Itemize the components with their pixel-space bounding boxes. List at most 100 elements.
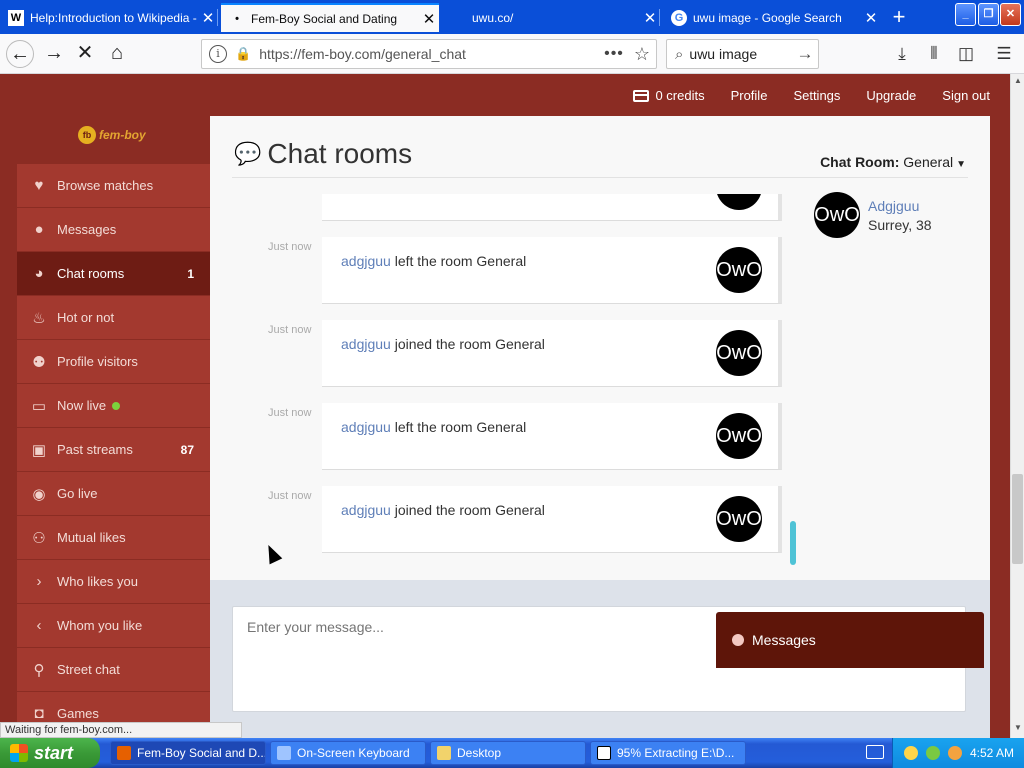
shield-icon[interactable] bbox=[903, 746, 918, 760]
tab-fem-boy[interactable]: • Fem-Boy Social and Dating ✕ bbox=[221, 3, 439, 32]
google-favicon-icon: G bbox=[671, 9, 687, 26]
tab-strip: W Help:Introduction to Wikipedia - W ✕ •… bbox=[0, 0, 1024, 34]
scroll-thumb[interactable] bbox=[1012, 474, 1023, 564]
maximize-button[interactable]: ❐ bbox=[978, 3, 999, 26]
sidebar-item-chat-rooms[interactable]: ◕ Chat rooms 1 bbox=[17, 252, 210, 295]
search-input[interactable]: uwu image bbox=[689, 46, 792, 62]
site-info-icon[interactable]: i bbox=[209, 45, 227, 63]
message-scroll-indicator[interactable] bbox=[790, 521, 796, 565]
downloads-icon[interactable]: ⤓ bbox=[888, 40, 916, 68]
sidebar-item-profile-visitors[interactable]: ⚉ Profile visitors bbox=[17, 340, 210, 383]
sign-out-link[interactable]: Sign out bbox=[942, 88, 990, 103]
taskbar-item-label: Fem-Boy Social and D... bbox=[137, 746, 266, 760]
page-scrollbar[interactable]: ▲ ▼ bbox=[1010, 74, 1024, 738]
site-sidebar: ♥ Browse matches ● Messages ◕ Chat rooms 1 ♨ Hot… bbox=[17, 164, 210, 736]
close-window-button[interactable]: ✕ bbox=[1000, 3, 1021, 26]
close-tab-icon[interactable]: ✕ bbox=[419, 10, 439, 28]
sidebar-item-whom-you-like[interactable]: ‹ Whom you like bbox=[17, 604, 210, 647]
message-text: adgjguu joined the room General bbox=[341, 336, 545, 352]
url-text[interactable]: https://fem-boy.com/general_chat bbox=[259, 46, 600, 62]
taskbar-item-desktop[interactable]: Desktop bbox=[430, 741, 586, 765]
tab-wikipedia[interactable]: W Help:Introduction to Wikipedia - W ✕ bbox=[0, 3, 218, 32]
chat-room-selector[interactable]: Chat Room: General ▼ bbox=[820, 154, 966, 170]
avatar[interactable]: OwO bbox=[814, 192, 860, 238]
bookmark-star-icon[interactable]: ☆ bbox=[628, 44, 656, 65]
site-logo[interactable]: fb fem-boy bbox=[78, 126, 146, 144]
close-tab-icon[interactable]: ✕ bbox=[198, 9, 218, 27]
tab-uwu[interactable]: uwu.co/ ✕ bbox=[442, 3, 660, 32]
avatar[interactable]: OwO bbox=[716, 330, 762, 376]
message-body: left the room General bbox=[390, 253, 527, 269]
member-name[interactable]: Adgjguu bbox=[868, 198, 932, 214]
clock[interactable]: 4:52 AM bbox=[970, 746, 1014, 760]
credits-link[interactable]: 0 credits bbox=[633, 88, 705, 103]
sidebar-item-label: Messages bbox=[57, 222, 117, 237]
taskbar-item-7zip[interactable]: 95% Extracting E:\D... bbox=[590, 741, 746, 765]
message-timestamp: Just now bbox=[268, 490, 312, 502]
search-bar[interactable]: ⌕ uwu image → bbox=[666, 39, 819, 69]
message-timestamp: Just now bbox=[268, 241, 312, 253]
credit-card-icon bbox=[633, 89, 650, 102]
search-go-icon[interactable]: → bbox=[792, 44, 818, 64]
sidebar-item-who-likes-you[interactable]: › Who likes you bbox=[17, 560, 210, 603]
stop-loading-button[interactable]: ✕ bbox=[71, 40, 99, 68]
message-username[interactable]: adgjguu bbox=[341, 253, 391, 269]
home-button[interactable]: ⌂ bbox=[103, 40, 131, 68]
address-bar[interactable]: i 🔒 https://fem-boy.com/general_chat •••… bbox=[201, 39, 657, 69]
tab-google-search[interactable]: G uwu image - Google Search ✕ bbox=[663, 3, 881, 32]
taskbar-item-label: Desktop bbox=[457, 746, 502, 760]
scroll-up-icon[interactable]: ▲ bbox=[1012, 76, 1024, 89]
sidebar-item-hot-or-not[interactable]: ♨ Hot or not bbox=[17, 296, 210, 339]
messages-popup[interactable]: Messages bbox=[716, 612, 984, 668]
settings-link[interactable]: Settings bbox=[793, 88, 840, 103]
avatar[interactable]: OwO bbox=[716, 247, 762, 293]
avatar[interactable]: OwO bbox=[716, 413, 762, 459]
messages-popup-label: Messages bbox=[752, 632, 816, 648]
taskbar-item-keyboard[interactable]: On-Screen Keyboard bbox=[270, 741, 426, 765]
sidebar-item-messages[interactable]: ● Messages bbox=[17, 208, 210, 251]
search-icon: ⌕ bbox=[675, 45, 684, 63]
room-label: Chat Room: bbox=[820, 154, 900, 170]
sidebar-item-now-live[interactable]: ▭ Now live bbox=[17, 384, 210, 427]
message-username[interactable]: adgjguu bbox=[341, 336, 391, 352]
avatar[interactable]: OwO bbox=[716, 194, 762, 210]
status-bar: Waiting for fem-boy.com... bbox=[0, 722, 242, 738]
incoming-user-icon: › bbox=[36, 573, 42, 590]
network-icon[interactable] bbox=[925, 746, 940, 760]
new-tab-button[interactable]: + bbox=[885, 3, 913, 32]
avatar[interactable]: OwO bbox=[716, 496, 762, 542]
keyboard-layout-icon[interactable] bbox=[866, 745, 884, 759]
online-member[interactable]: OwO Adgjguu Surrey, 38 bbox=[814, 192, 932, 238]
scroll-down-icon[interactable]: ▼ bbox=[1012, 723, 1024, 736]
lock-icon: 🔒 bbox=[235, 46, 252, 61]
start-button[interactable]: start bbox=[0, 738, 100, 768]
sidebar-item-past-streams[interactable]: ▣ Past streams 87 bbox=[17, 428, 210, 471]
menu-icon[interactable]: ☰ bbox=[990, 40, 1018, 68]
upgrade-link[interactable]: Upgrade bbox=[866, 88, 916, 103]
system-tray: 4:52 AM bbox=[892, 738, 1024, 768]
sidebar-item-go-live[interactable]: ◉ Go live bbox=[17, 472, 210, 515]
firefox-window: W Help:Introduction to Wikipedia - W ✕ •… bbox=[0, 0, 1024, 768]
library-icon[interactable]: ⫴ bbox=[920, 40, 948, 68]
forward-button[interactable]: → bbox=[40, 40, 68, 68]
sidebar-item-street-chat[interactable]: ⚲ Street chat bbox=[17, 648, 210, 691]
sidebar-item-browse-matches[interactable]: ♥ Browse matches bbox=[17, 164, 210, 207]
eye-icon: ◉ bbox=[32, 485, 46, 503]
back-button[interactable]: ← bbox=[6, 40, 34, 68]
message-username[interactable]: adgjguu bbox=[341, 502, 391, 518]
page-favicon-icon: • bbox=[235, 12, 239, 25]
close-tab-icon[interactable]: ✕ bbox=[861, 9, 881, 27]
sidebar-toggle-icon[interactable]: ◫ bbox=[952, 40, 980, 68]
tv-icon: ▣ bbox=[31, 441, 47, 459]
sidebar-item-mutual-likes[interactable]: ⚇ Mutual likes bbox=[17, 516, 210, 559]
search-tray-icon[interactable] bbox=[947, 746, 962, 760]
message-username[interactable]: adgjguu bbox=[341, 419, 391, 435]
minimize-button[interactable]: _ bbox=[955, 3, 976, 26]
tab-label: uwu.co/ bbox=[472, 10, 514, 25]
taskbar-item-firefox[interactable]: Fem-Boy Social and D... bbox=[110, 741, 266, 765]
page-actions-icon[interactable]: ••• bbox=[600, 45, 628, 63]
close-tab-icon[interactable]: ✕ bbox=[640, 9, 660, 27]
message-list[interactable]: HiOwO Just now adgjguu left the room Gener… bbox=[232, 194, 798, 572]
flame-icon: ♨ bbox=[32, 309, 46, 327]
profile-link[interactable]: Profile bbox=[731, 88, 768, 103]
